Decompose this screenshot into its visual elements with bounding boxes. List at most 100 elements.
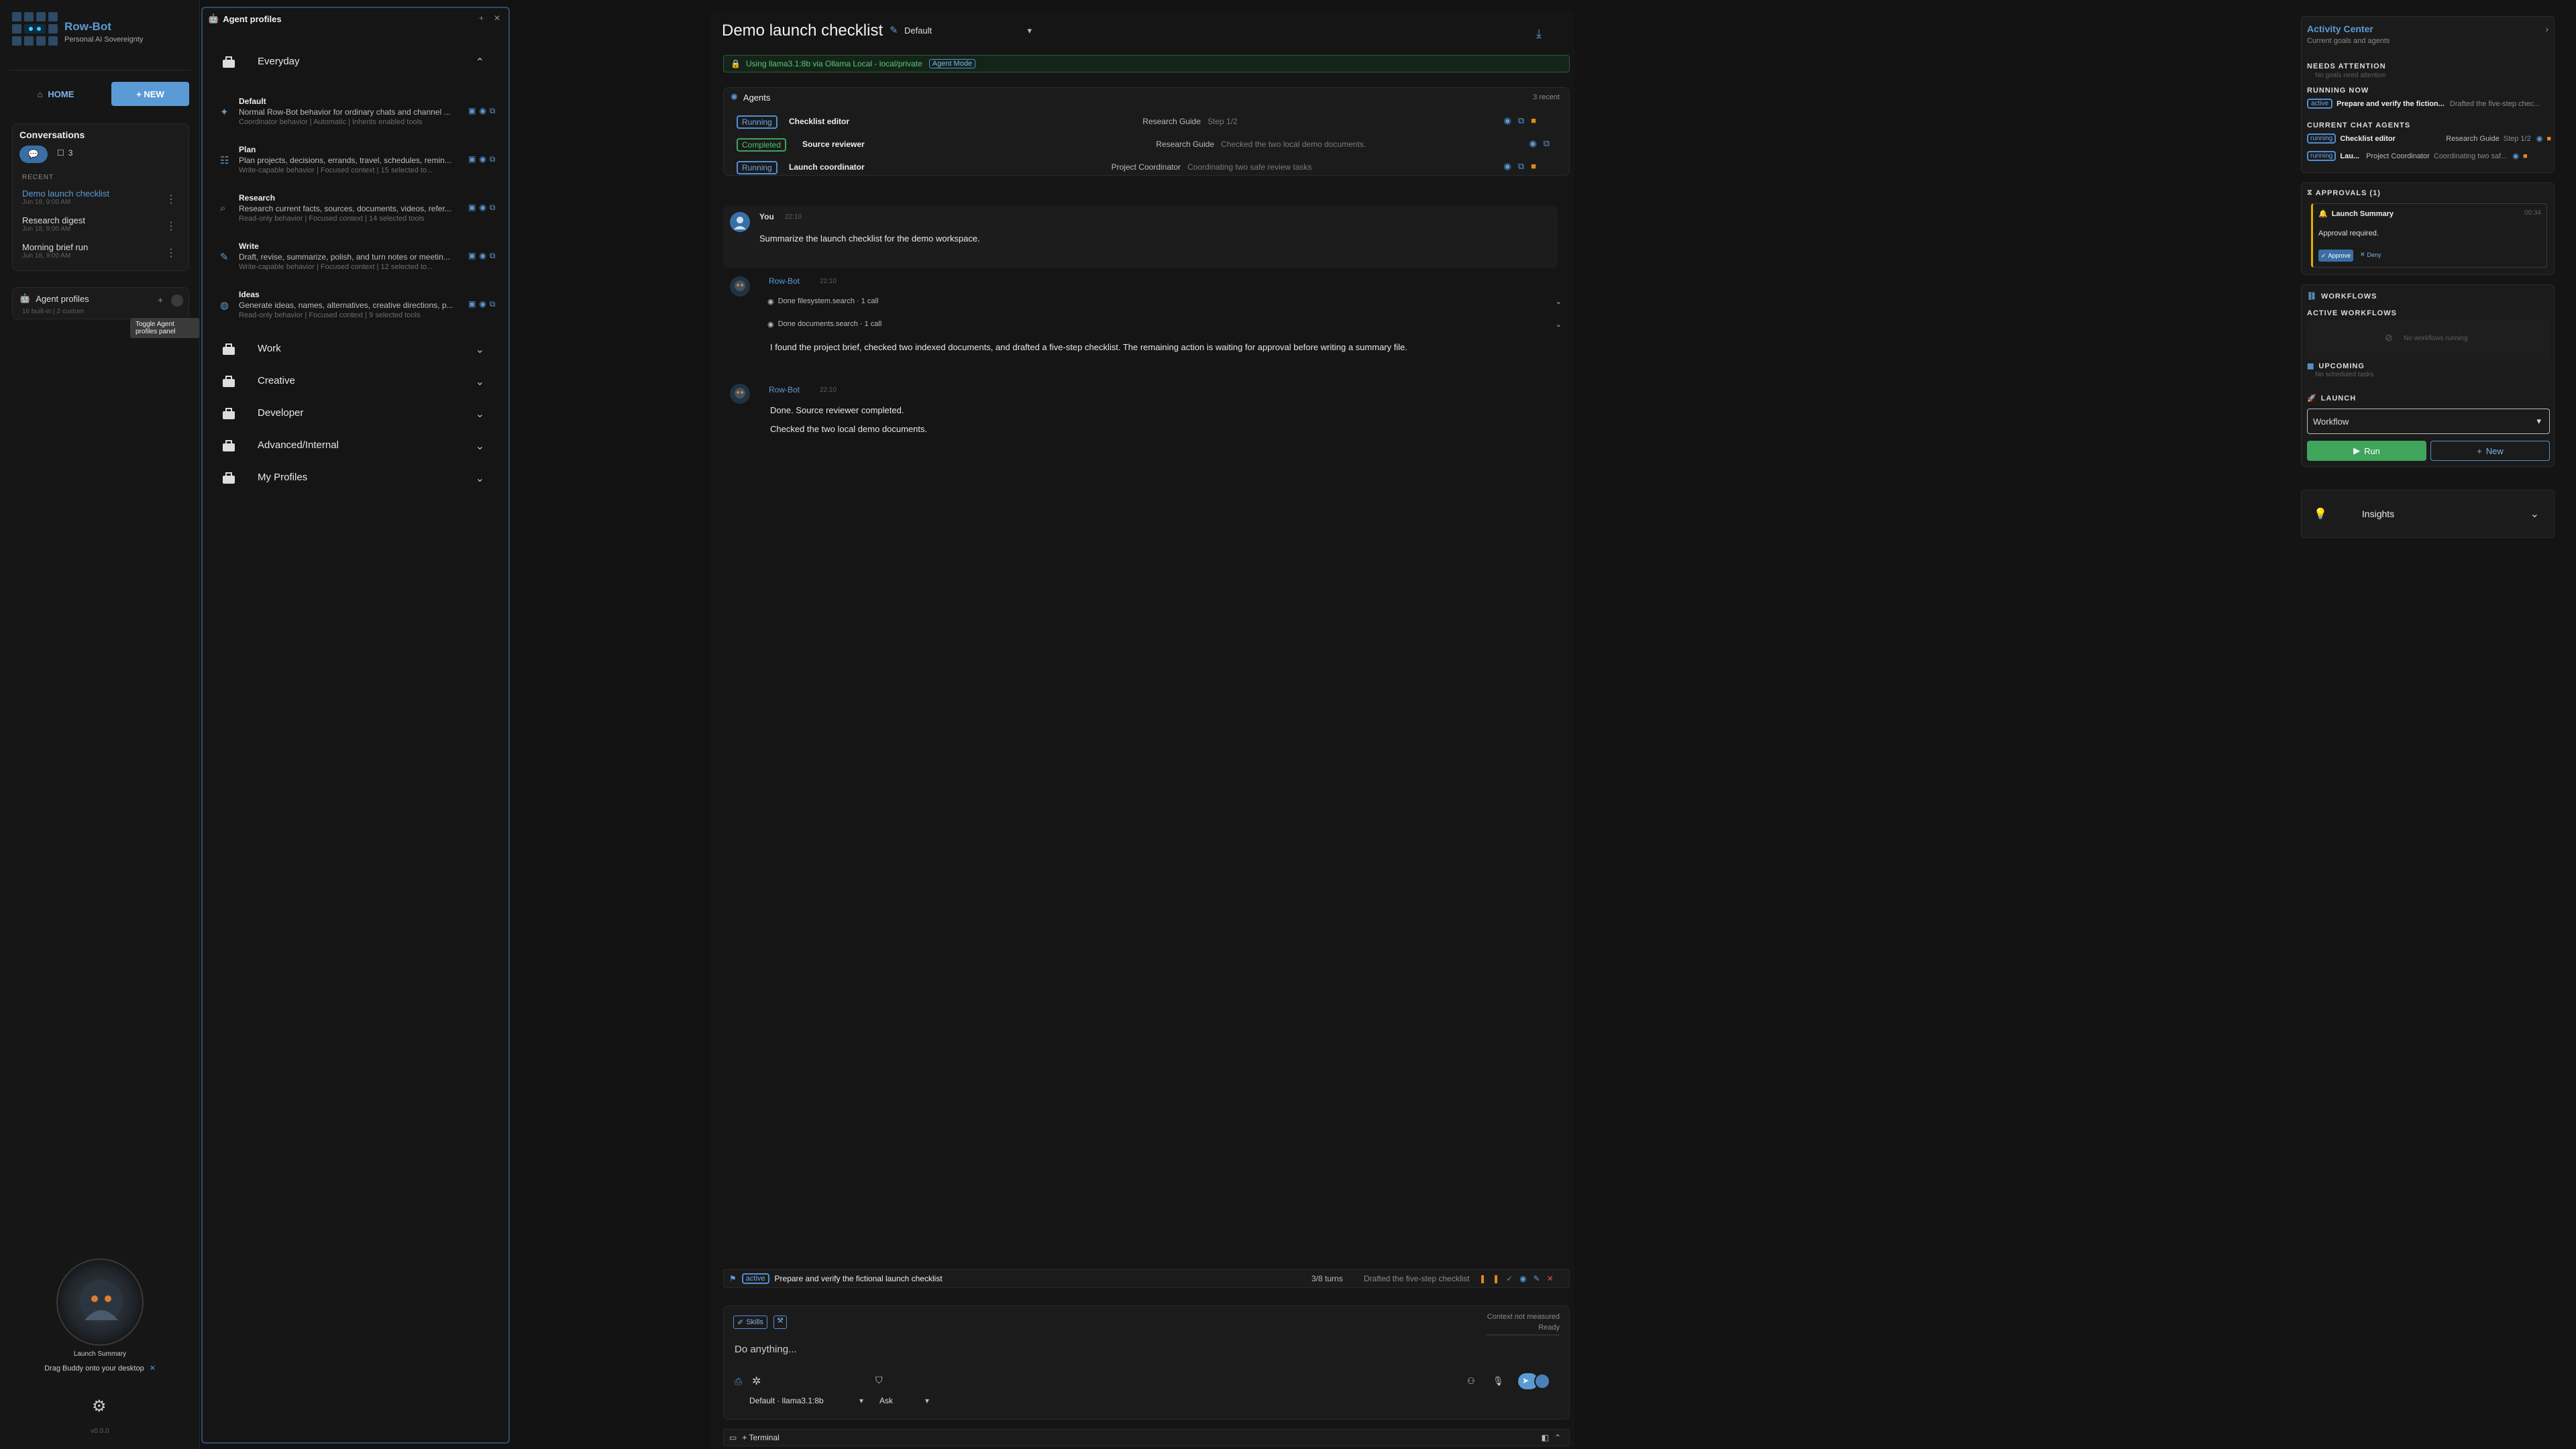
goal-status-badge: active: [741, 1273, 769, 1284]
model-select[interactable]: Default · llama3.1:8b ▾: [749, 1396, 863, 1405]
activity-sub: Current goals and agents: [2307, 37, 2390, 45]
conversation-item[interactable]: Research digest Jun 18, 9:00 AM ⋮: [22, 215, 183, 233]
split-icon[interactable]: ◧: [1542, 1433, 1549, 1442]
calendar-icon: ▦: [2307, 362, 2315, 370]
insights-section[interactable]: 💡 Insights ⌄: [2301, 490, 2555, 538]
microphone-icon[interactable]: 🎙: [1493, 1376, 1504, 1387]
running-goal-item[interactable]: active Prepare and verify the fiction... D…: [2307, 99, 2551, 109]
dropdown-arrow-icon: ▾: [859, 1396, 863, 1405]
stop-icon[interactable]: ■: [2523, 152, 2528, 160]
dropdown-arrow-icon: ▾: [2536, 416, 2541, 426]
category-everyday[interactable]: Everyday ⌃: [215, 50, 496, 76]
add-profile-icon[interactable]: +: [479, 13, 484, 23]
profile-select[interactable]: Default ▾: [904, 25, 1032, 36]
new-workflow-button[interactable]: + New: [2430, 441, 2550, 461]
prompt-input[interactable]: Do anything...: [735, 1344, 797, 1355]
shield-icon[interactable]: ⛉: [875, 1375, 883, 1386]
eye-icon[interactable]: ◉: [2512, 152, 2519, 160]
stop-icon[interactable]: ■: [2546, 135, 2551, 143]
robot-icon: 🤖: [208, 13, 219, 23]
close-icon[interactable]: ✕: [150, 1364, 156, 1373]
profile-plan[interactable]: ☷ Plan Plan projects, decisions, errands, …: [216, 145, 504, 188]
mode-select[interactable]: Ask ▾: [879, 1396, 929, 1405]
profile-actions[interactable]: ▣◉⧉: [468, 106, 498, 116]
profile-actions[interactable]: ▣◉⧉: [468, 203, 498, 213]
agent-actions[interactable]: ◉⧉■: [1504, 115, 1544, 126]
category-advanced[interactable]: Advanced/Internal ⌄: [215, 433, 496, 460]
profile-write[interactable]: ✎ Write Draft, revise, summarize, polish, …: [216, 241, 504, 284]
terminal-bar[interactable]: ▭ + Terminal ◧ ⌃: [723, 1429, 1570, 1446]
category-developer[interactable]: Developer ⌄: [215, 401, 496, 428]
running-now-label: RUNNING NOW: [2307, 87, 2369, 95]
activity-center: Activity Center Current goals and agents…: [2281, 0, 2576, 1449]
goal-actions[interactable]: ❚❚✓◉✎✕: [1479, 1274, 1560, 1283]
tool-call-row[interactable]: ◉ Done filesystem.search · 1 call ⌄: [767, 292, 1568, 310]
more-icon[interactable]: ⋮: [166, 219, 176, 233]
approve-button[interactable]: ✓ Approve: [2318, 250, 2354, 262]
close-panel-icon[interactable]: ✕: [494, 13, 500, 23]
profile-default[interactable]: ✦ Default Normal Row-Bot behavior for ordi…: [216, 97, 504, 140]
category-creative[interactable]: Creative ⌄: [215, 369, 496, 396]
agent-actions[interactable]: ◉⧉■: [1504, 161, 1544, 172]
chat-panel: Demo launch checklist ✎ Default ▾ ⤓ 🔒 Usin…: [710, 11, 1575, 1449]
category-my-profiles[interactable]: My Profiles ⌄: [215, 466, 496, 492]
more-icon[interactable]: ⋮: [166, 246, 176, 260]
chevron-down-icon: ⌄: [1555, 297, 1562, 306]
chevron-up-icon[interactable]: ⌃: [1554, 1433, 1561, 1442]
ready-status: Ready: [1538, 1324, 1560, 1332]
new-chat-button[interactable]: + NEW: [111, 82, 189, 106]
skills-button[interactable]: ✐ Skills: [733, 1316, 767, 1329]
deny-button[interactable]: ✕ Deny: [2360, 251, 2381, 258]
profile-ideas[interactable]: ◍ Ideas Generate ideas, names, alternative…: [216, 290, 504, 333]
people-icon[interactable]: ⚇: [1467, 1376, 1475, 1387]
tools-icon[interactable]: ⚒: [773, 1316, 787, 1329]
chat-count[interactable]: ☐ 3: [57, 148, 72, 158]
rocket-icon: 🚀: [2307, 394, 2317, 402]
agent-row[interactable]: Completed Source reviewer Research Guide…: [724, 136, 1571, 154]
eye-icon[interactable]: ◉: [2536, 134, 2543, 143]
needs-attention-label: NEEDS ATTENTION: [2307, 62, 2386, 70]
agent-row[interactable]: Running Checklist editor Research Guide …: [724, 113, 1571, 131]
upcoming-empty: No scheduled tasks: [2315, 371, 2374, 378]
agent-profiles-card[interactable]: 🤖 Agent profiles 16 built-in | 2 custom +: [12, 287, 189, 319]
settings-gear-icon[interactable]: ⚙: [92, 1397, 107, 1416]
conversation-item[interactable]: Morning brief run Jun 18, 9:00 AM ⋮: [22, 242, 183, 260]
download-icon[interactable]: ⤓: [1536, 27, 1542, 41]
profile-actions[interactable]: ▣◉⧉: [468, 299, 498, 309]
workflow-select[interactable]: Workflow ▾: [2307, 409, 2550, 434]
chevron-right-icon[interactable]: ›: [2545, 23, 2548, 34]
conversations-toggle[interactable]: 💬: [19, 146, 48, 163]
context-meter: [1486, 1334, 1560, 1336]
conversation-item[interactable]: Demo launch checklist Jun 18, 9:00 AM ⋮: [22, 189, 183, 206]
more-icon[interactable]: ⋮: [166, 193, 176, 206]
recent-label: RECENT: [22, 174, 54, 181]
tool-call-row[interactable]: ◉ Done documents.search · 1 call ⌄: [767, 315, 1568, 333]
add-icon[interactable]: +: [158, 294, 163, 305]
agent-mode-icon[interactable]: ✲: [752, 1375, 761, 1388]
buddy-avatar[interactable]: [56, 1258, 144, 1346]
profile-actions[interactable]: ▣◉⧉: [468, 154, 498, 164]
category-work[interactable]: Work ⌄: [215, 337, 496, 364]
toggle-panel-icon[interactable]: [171, 294, 183, 307]
chat-icon: ☐: [57, 148, 64, 158]
check-circle-icon: ◉: [767, 297, 774, 306]
run-button[interactable]: ▶ Run: [2307, 441, 2426, 461]
agent-actions[interactable]: ◉⧉: [1529, 138, 1556, 149]
profile-research[interactable]: ⌕ Research Research current facts, sources…: [216, 193, 504, 236]
plan-icon: ☷: [220, 155, 229, 166]
briefcase-icon: [220, 470, 237, 487]
wand-icon: ✐: [737, 1318, 744, 1327]
bot-message-text: I found the project brief, checked two i…: [770, 342, 1407, 352]
briefcase-icon: [220, 405, 237, 423]
home-button[interactable]: ⌂ HOME: [12, 82, 99, 106]
attach-icon[interactable]: ⎙: [735, 1376, 742, 1387]
edit-title-icon[interactable]: ✎: [890, 24, 898, 36]
current-agents-label: CURRENT CHAT AGENTS: [2307, 121, 2411, 129]
profile-actions[interactable]: ▣◉⧉: [468, 251, 498, 261]
status-badge: Running: [737, 115, 777, 129]
agent-row[interactable]: Running Launch coordinator Project Coord…: [724, 158, 1571, 177]
current-agent-item[interactable]: running Lau... Project Coordinator Coordina…: [2307, 151, 2551, 161]
current-agent-item[interactable]: running Checklist editor Research Guide Ste…: [2307, 133, 2551, 144]
goal-turns: 3/8 turns: [1311, 1274, 1343, 1283]
stop-button[interactable]: [1534, 1373, 1550, 1389]
